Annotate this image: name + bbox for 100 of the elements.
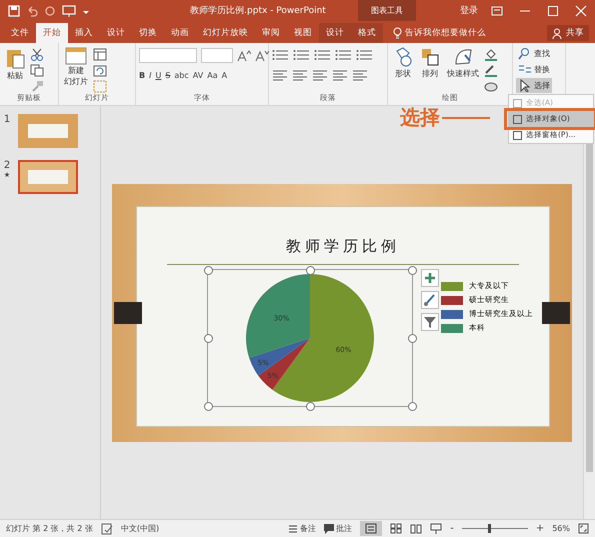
resize-handle[interactable]: [204, 266, 213, 275]
font-name-field[interactable]: [139, 48, 197, 63]
scissors-icon[interactable]: [30, 48, 44, 61]
reading-view-icon[interactable]: [410, 523, 422, 534]
binder-clip: [114, 302, 142, 324]
callout-line: [442, 116, 490, 118]
share-button[interactable]: 共享: [547, 25, 589, 41]
fill-bucket-icon[interactable]: [484, 48, 498, 61]
columns-icon[interactable]: [352, 69, 368, 82]
slideshow-icon[interactable]: [62, 4, 76, 16]
ribbon-display-icon[interactable]: [491, 4, 503, 16]
zoom-out-button[interactable]: -: [450, 523, 454, 534]
zoom-slider-thumb[interactable]: [488, 524, 492, 533]
language-label[interactable]: 中文(中国): [120, 523, 160, 534]
sign-in-link[interactable]: 登录: [460, 4, 478, 17]
reset-icon[interactable]: [93, 64, 107, 77]
slide-number: 2: [4, 160, 10, 171]
effects-icon[interactable]: [484, 80, 498, 93]
editing-button[interactable]: 选择: [516, 78, 552, 93]
shrink-font-icon[interactable]: [255, 50, 269, 62]
ribbon-tab[interactable]: 设计: [319, 23, 351, 43]
resize-handle[interactable]: [306, 402, 315, 411]
slide-number: 1: [4, 114, 10, 125]
grow-font-icon[interactable]: [237, 50, 251, 62]
align-center-icon[interactable]: [292, 69, 308, 82]
numbering-icon[interactable]: [293, 48, 310, 61]
layout-icon[interactable]: [93, 48, 107, 61]
indent-icon[interactable]: [314, 48, 331, 61]
editing-button[interactable]: 查找: [516, 46, 552, 61]
search-icon: [518, 47, 532, 60]
new-slide-button[interactable]: 新建 幻灯片: [62, 46, 90, 88]
font-format-button[interactable]: U: [155, 71, 162, 80]
ribbon-tab[interactable]: 文件: [4, 23, 36, 43]
font-format-button[interactable]: B: [139, 71, 146, 80]
paste-button[interactable]: 粘贴: [3, 46, 27, 82]
arrange-icon: [420, 47, 440, 67]
ribbon-tab[interactable]: 动画: [164, 23, 196, 43]
presenter-icon[interactable]: [430, 523, 442, 534]
spellcheck-icon[interactable]: [100, 522, 113, 534]
quick-styles-icon: [453, 47, 473, 67]
ribbon-tab[interactable]: 视图: [287, 23, 319, 43]
align-right-icon[interactable]: [312, 69, 328, 82]
paintbrush-icon[interactable]: [421, 291, 439, 309]
normal-view-icon[interactable]: [360, 521, 382, 536]
fit-slide-icon[interactable]: [578, 523, 589, 534]
plus-icon[interactable]: [421, 269, 439, 287]
editing-button[interactable]: 替换: [516, 62, 552, 77]
font-format-button[interactable]: Aa: [207, 71, 218, 80]
align-left-icon[interactable]: [272, 69, 288, 82]
slide-title: 教师学历比例: [286, 237, 400, 256]
save-icon[interactable]: [8, 4, 20, 16]
maximize-icon[interactable]: [547, 4, 559, 16]
line-spacing-icon[interactable]: [356, 48, 373, 61]
justify-icon[interactable]: [332, 69, 348, 82]
font-format-button[interactable]: I: [149, 71, 152, 80]
notes-icon: [288, 524, 298, 534]
font-format-button[interactable]: abc: [174, 71, 189, 80]
slide-sorter-icon[interactable]: [390, 523, 402, 534]
resize-handle[interactable]: [408, 334, 417, 343]
slide-icon: [65, 47, 87, 65]
ribbon-tab[interactable]: 审阅: [255, 23, 287, 43]
resize-handle[interactable]: [204, 402, 213, 411]
callout-label: 选择: [400, 104, 440, 131]
drawing-button[interactable]: 排列: [418, 46, 442, 80]
ribbon-tab[interactable]: 设计: [100, 23, 132, 43]
lightbulb-icon: [393, 27, 402, 39]
outline-pen-icon[interactable]: [484, 64, 498, 77]
filter-icon[interactable]: [421, 313, 439, 331]
font-format-button[interactable]: AV: [192, 71, 204, 80]
resize-handle[interactable]: [408, 266, 417, 275]
zoom-in-button[interactable]: +: [536, 523, 544, 534]
bullets-icon[interactable]: [272, 48, 289, 61]
clipboard-icon: [5, 47, 25, 69]
ribbon-tab[interactable]: 插入: [68, 23, 100, 43]
ribbon-tab[interactable]: 开始: [36, 23, 68, 43]
font-size-field[interactable]: [201, 48, 233, 63]
slide-thumbnail[interactable]: [18, 160, 78, 194]
binder-clip: [542, 302, 570, 324]
font-format-button[interactable]: A: [222, 71, 228, 80]
ribbon-tab[interactable]: 切换: [132, 23, 164, 43]
undo-icon[interactable]: [26, 4, 38, 16]
tell-me-search[interactable]: 告诉我你想要做什么: [383, 23, 486, 43]
outdent-icon[interactable]: [335, 48, 352, 61]
ribbon-tab[interactable]: 幻灯片放映: [196, 23, 255, 43]
drawing-button[interactable]: 形状: [391, 46, 415, 80]
drawing-button[interactable]: 快速样式: [445, 46, 481, 80]
person-icon: [552, 28, 563, 38]
copy-icon[interactable]: [30, 64, 44, 77]
notes-button[interactable]: 备注: [288, 523, 316, 534]
zoom-level[interactable]: 56%: [552, 524, 570, 533]
slide-thumbnail[interactable]: [18, 114, 78, 148]
font-format-button[interactable]: S: [165, 71, 170, 80]
resize-handle[interactable]: [204, 334, 213, 343]
window-title: 教师学历比例.pptx - PowerPoint: [189, 4, 327, 17]
vertical-scrollbar[interactable]: [583, 106, 595, 519]
resize-handle[interactable]: [408, 402, 417, 411]
comments-button[interactable]: 批注: [324, 523, 352, 534]
resize-handle[interactable]: [306, 266, 315, 275]
close-icon[interactable]: [575, 4, 587, 16]
ribbon-tab[interactable]: 格式: [351, 23, 383, 43]
